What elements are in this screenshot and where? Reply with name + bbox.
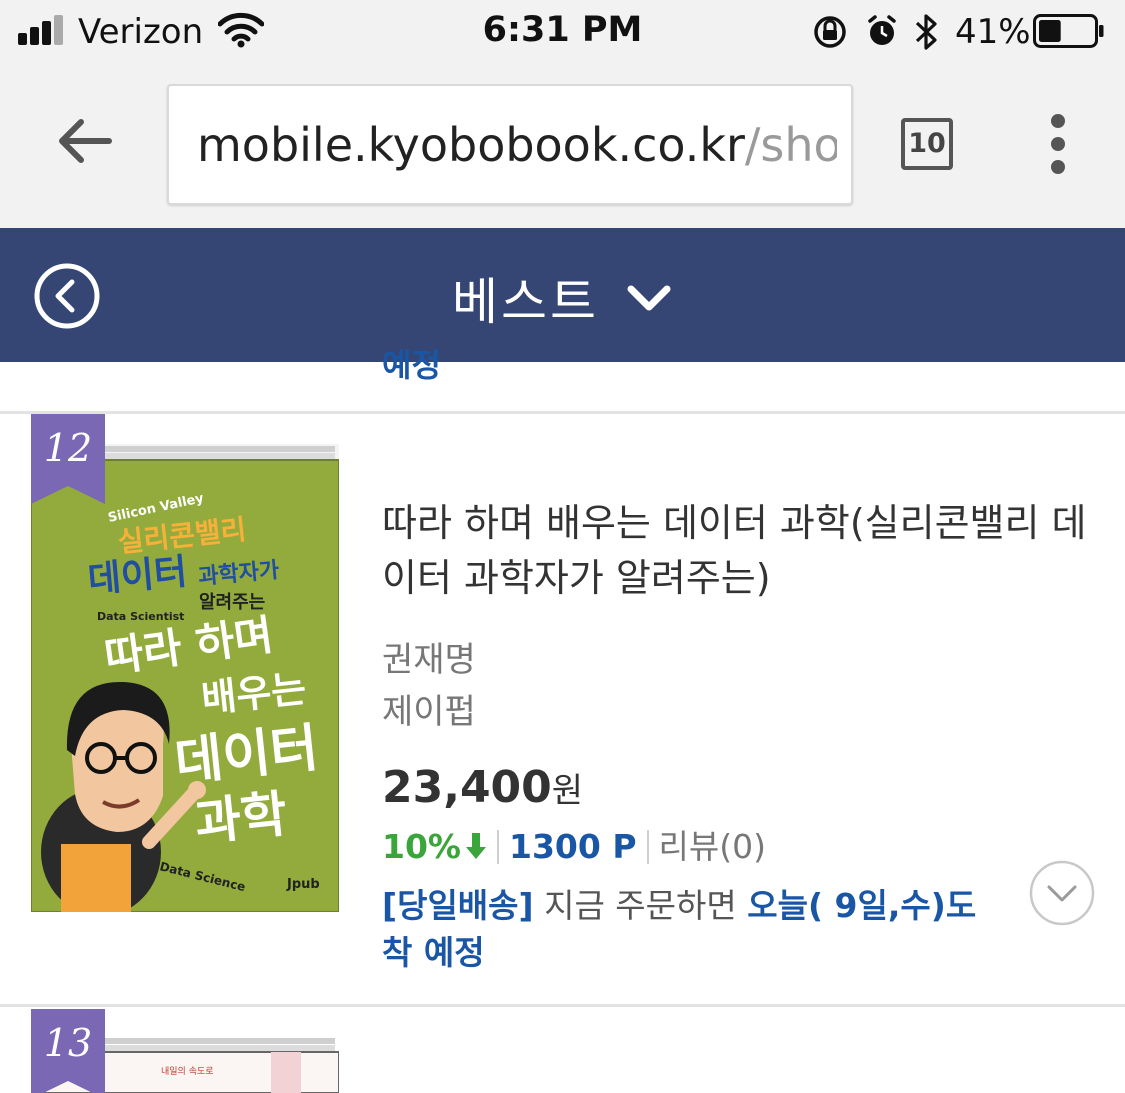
expand-chevron-icon[interactable] bbox=[1028, 859, 1096, 927]
divider bbox=[0, 411, 1125, 414]
url-text[interactable]: mobile.kyobobook.co.kr/sho… bbox=[197, 118, 837, 172]
url-host: mobile.kyobobook.co.kr bbox=[197, 118, 745, 172]
page-title: 베스트 bbox=[452, 273, 599, 331]
app-header: 베스트 bbox=[0, 228, 1125, 362]
category-dropdown[interactable]: 베스트 bbox=[0, 262, 1125, 334]
arrow-down-icon bbox=[466, 833, 486, 859]
price-row: 23,400원 bbox=[382, 762, 583, 813]
reward-points: 1300 P bbox=[509, 827, 637, 866]
rank-number: 13 bbox=[43, 1021, 93, 1065]
bluetooth-icon bbox=[915, 14, 937, 50]
delivery-tag: [당일배송] bbox=[382, 886, 534, 925]
book-author[interactable]: 권재명 bbox=[382, 632, 476, 681]
url-path: /sho… bbox=[744, 118, 837, 172]
svg-text:Jpub: Jpub bbox=[286, 877, 320, 892]
price-unit: 원 bbox=[551, 771, 584, 811]
status-bar: Verizon 6:31 PM 41% bbox=[0, 0, 1125, 64]
book-cover-image[interactable]: Silicon Valley 실리콘밸리 데이터 과학자가 알려주는 Data … bbox=[31, 444, 339, 912]
alarm-icon bbox=[868, 15, 896, 45]
back-arrow-icon[interactable] bbox=[55, 116, 115, 166]
discount-rate: 10% bbox=[382, 827, 461, 866]
svg-text:데이터: 데이터 bbox=[86, 551, 189, 601]
meta-row: 10% 1300 P 리뷰(0) bbox=[382, 820, 766, 866]
tab-switcher-button[interactable]: 10 bbox=[901, 118, 953, 170]
svg-text:내일의 속도로: 내일의 속도로 bbox=[161, 1066, 214, 1077]
status-icons bbox=[814, 14, 937, 50]
overflow-menu-icon[interactable] bbox=[1040, 114, 1076, 174]
book-title[interactable]: 따라 하며 배우는 데이터 과학(실리콘밸리 데이터 과학자가 알려주는) bbox=[382, 496, 1102, 606]
battery-icon bbox=[1033, 14, 1104, 48]
browser-toolbar: mobile.kyobobook.co.kr/sho… 10 bbox=[0, 64, 1125, 228]
previous-item-delivery-tail: 예정 bbox=[382, 346, 441, 384]
separator bbox=[497, 830, 499, 864]
address-bar[interactable]: mobile.kyobobook.co.kr/sho… bbox=[167, 84, 853, 205]
svg-text:과학: 과학 bbox=[192, 785, 290, 852]
book-publisher[interactable]: 제이펍 bbox=[382, 684, 476, 733]
chevron-down-icon bbox=[627, 285, 671, 311]
battery-percent: 41% bbox=[955, 12, 1031, 52]
separator bbox=[646, 830, 649, 864]
orientation-lock-icon bbox=[814, 16, 846, 48]
svg-text:알려주는: 알려주는 bbox=[199, 592, 265, 613]
rank-number: 12 bbox=[43, 426, 93, 470]
book-price: 23,400 bbox=[382, 762, 552, 813]
svg-text:Data Scientist: Data Scientist bbox=[97, 610, 184, 623]
review-count[interactable]: 리뷰(0) bbox=[659, 827, 766, 866]
delivery-text: 지금 주문하면 bbox=[533, 886, 748, 925]
delivery-info: [당일배송] 지금 주문하면 오늘( 9일,수)도착 예정 bbox=[382, 882, 982, 976]
divider bbox=[0, 1004, 1125, 1007]
